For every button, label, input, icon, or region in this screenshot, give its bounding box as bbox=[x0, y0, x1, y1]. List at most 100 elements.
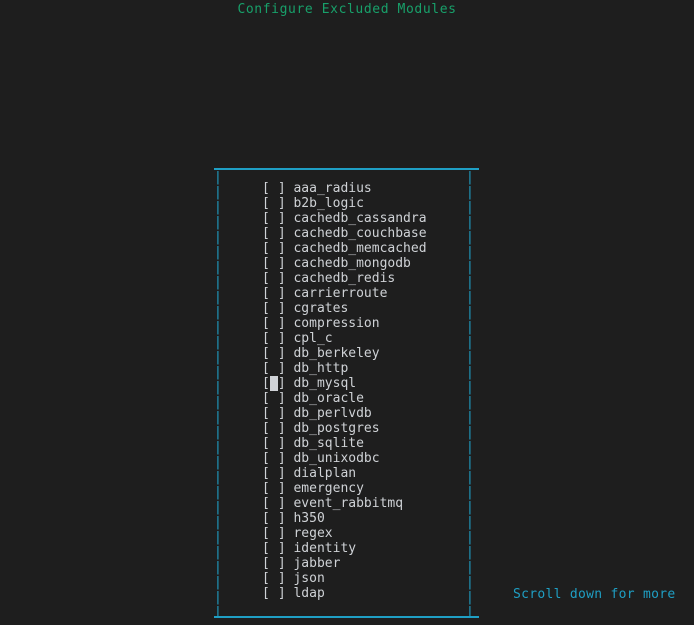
checkbox-bracket-open-icon: [ bbox=[262, 421, 270, 436]
module-list-item[interactable]: [ ] cachedb_mongodb bbox=[262, 256, 466, 271]
module-checkbox[interactable]: [ ] bbox=[262, 391, 286, 406]
module-checkbox[interactable]: [ ] bbox=[262, 241, 286, 256]
checkbox-bracket-close-icon: ] bbox=[277, 406, 286, 421]
module-list-item[interactable]: [ ] event_rabbitmq bbox=[262, 496, 466, 511]
module-checkbox[interactable]: [ ] bbox=[262, 376, 286, 391]
module-list-item[interactable]: [ ] cachedb_cassandra bbox=[262, 211, 466, 226]
module-list-item-label: identity bbox=[285, 541, 357, 556]
checkbox-mark-icon bbox=[270, 256, 278, 271]
module-checkbox[interactable]: [ ] bbox=[262, 526, 286, 541]
module-list-item[interactable]: [ ] h350 bbox=[262, 511, 466, 526]
module-list-item[interactable]: [ ] cgrates bbox=[262, 301, 466, 316]
module-list-item-label: db_perlvdb bbox=[285, 406, 372, 421]
module-list-item[interactable]: [ ] db_http bbox=[262, 361, 466, 376]
module-list-item[interactable]: [ ] db_postgres bbox=[262, 421, 466, 436]
module-checkbox[interactable]: [ ] bbox=[262, 586, 286, 601]
module-checkbox[interactable]: [ ] bbox=[262, 346, 286, 361]
module-checkbox[interactable]: [ ] bbox=[262, 421, 286, 436]
checkbox-cursor-icon bbox=[269, 376, 278, 391]
module-list-item[interactable]: [ ] emergency bbox=[262, 481, 466, 496]
border-glyph: | bbox=[214, 410, 222, 425]
border-glyph: | bbox=[466, 260, 474, 275]
module-checkbox[interactable]: [ ] bbox=[262, 541, 286, 556]
checkbox-mark-icon bbox=[270, 436, 278, 451]
border-glyph: | bbox=[214, 440, 222, 455]
module-checkbox[interactable]: [ ] bbox=[262, 271, 286, 286]
module-checkbox[interactable]: [ ] bbox=[262, 256, 286, 271]
module-checkbox[interactable]: [ ] bbox=[262, 196, 286, 211]
module-checkbox[interactable]: [ ] bbox=[262, 511, 286, 526]
module-checkbox[interactable]: [ ] bbox=[262, 496, 286, 511]
checkbox-bracket-close-icon: ] bbox=[277, 181, 286, 196]
module-list-item[interactable]: [ ] compression bbox=[262, 316, 466, 331]
module-list-item[interactable]: [ ] db_sqlite bbox=[262, 436, 466, 451]
checkbox-bracket-close-icon: ] bbox=[277, 241, 286, 256]
checkbox-mark-icon bbox=[270, 556, 278, 571]
module-list-item[interactable]: [ ] cachedb_couchbase bbox=[262, 226, 466, 241]
scroll-hint-label: Scroll down for more bbox=[513, 587, 676, 602]
module-checkbox[interactable]: [ ] bbox=[262, 301, 286, 316]
border-glyph: | bbox=[214, 260, 222, 275]
module-checkbox[interactable]: [ ] bbox=[262, 556, 286, 571]
checkbox-mark-icon bbox=[270, 541, 278, 556]
module-list-item[interactable]: [ ] b2b_logic bbox=[262, 196, 466, 211]
module-list-item[interactable]: [ ] cachedb_redis bbox=[262, 271, 466, 286]
module-list-item-label: regex bbox=[285, 526, 333, 541]
dialog-right-border: ||||||||||||||||||||||||||||||| bbox=[466, 170, 479, 616]
border-glyph: | bbox=[214, 590, 222, 605]
module-list-item[interactable]: [ ] ldap bbox=[262, 586, 466, 601]
module-checkbox[interactable]: [ ] bbox=[262, 226, 286, 241]
module-checkbox[interactable]: [ ] bbox=[262, 181, 286, 196]
module-checkbox[interactable]: [ ] bbox=[262, 211, 286, 226]
module-checkbox[interactable]: [ ] bbox=[262, 331, 286, 346]
module-checkbox[interactable]: [ ] bbox=[262, 406, 286, 421]
checkbox-mark-icon bbox=[270, 316, 278, 331]
module-list-item[interactable]: [ ] carrierroute bbox=[262, 286, 466, 301]
border-glyph: | bbox=[466, 530, 474, 545]
module-list-item[interactable]: [ ] aaa_radius bbox=[262, 181, 466, 196]
checkbox-bracket-close-icon: ] bbox=[277, 361, 286, 376]
border-glyph: | bbox=[214, 515, 222, 530]
module-list-item[interactable]: [ ] jabber bbox=[262, 556, 466, 571]
module-list-item[interactable]: [ ] regex bbox=[262, 526, 466, 541]
module-checkbox[interactable]: [ ] bbox=[262, 571, 286, 586]
module-list-item[interactable]: [ ] db_berkeley bbox=[262, 346, 466, 361]
checkbox-bracket-open-icon: [ bbox=[262, 286, 270, 301]
module-list-item[interactable]: [ ] db_perlvdb bbox=[262, 406, 466, 421]
checkbox-bracket-open-icon: [ bbox=[262, 376, 270, 391]
checkbox-mark-icon bbox=[270, 196, 278, 211]
border-glyph: | bbox=[466, 380, 474, 395]
module-list-item[interactable]: [ ] cachedb_memcached bbox=[262, 241, 466, 256]
module-checkbox[interactable]: [ ] bbox=[262, 466, 286, 481]
module-checkbox[interactable]: [ ] bbox=[262, 361, 286, 376]
checkbox-bracket-open-icon: [ bbox=[262, 241, 270, 256]
module-list-item[interactable]: [ ] db_unixodbc bbox=[262, 451, 466, 466]
module-list-item[interactable]: [ ] cpl_c bbox=[262, 331, 466, 346]
border-glyph: | bbox=[466, 335, 474, 350]
module-list-item[interactable]: [ ] db_oracle bbox=[262, 391, 466, 406]
module-list-item[interactable]: [ ] json bbox=[262, 571, 466, 586]
page-title: Configure Excluded Modules bbox=[237, 2, 457, 17]
module-checkbox[interactable]: [ ] bbox=[262, 481, 286, 496]
module-list-item-label: emergency bbox=[285, 481, 364, 496]
border-glyph: | bbox=[214, 605, 222, 616]
module-checkbox[interactable]: [ ] bbox=[262, 316, 286, 331]
module-checkbox[interactable]: [ ] bbox=[262, 436, 286, 451]
checkbox-bracket-open-icon: [ bbox=[262, 301, 270, 316]
border-glyph: | bbox=[466, 545, 474, 560]
checkbox-bracket-open-icon: [ bbox=[262, 466, 270, 481]
border-glyph: | bbox=[466, 395, 474, 410]
module-list-item-label: cachedb_redis bbox=[285, 271, 396, 286]
dialog-bottom-border bbox=[214, 616, 479, 618]
checkbox-bracket-open-icon: [ bbox=[262, 436, 270, 451]
checkbox-mark-icon bbox=[270, 466, 278, 481]
module-checkbox[interactable]: [ ] bbox=[262, 286, 286, 301]
checkbox-bracket-close-icon: ] bbox=[277, 436, 286, 451]
module-list-item[interactable]: [ ] db_mysql bbox=[262, 376, 466, 391]
module-list-item[interactable]: [ ] dialplan bbox=[262, 466, 466, 481]
module-checkbox[interactable]: [ ] bbox=[262, 451, 286, 466]
border-glyph: | bbox=[214, 170, 222, 185]
module-list-item[interactable]: [ ] identity bbox=[262, 541, 466, 556]
module-list[interactable]: [ ] aaa_radius[ ] b2b_logic[ ] cachedb_c… bbox=[262, 181, 466, 601]
module-list-item-label: ldap bbox=[285, 586, 325, 601]
